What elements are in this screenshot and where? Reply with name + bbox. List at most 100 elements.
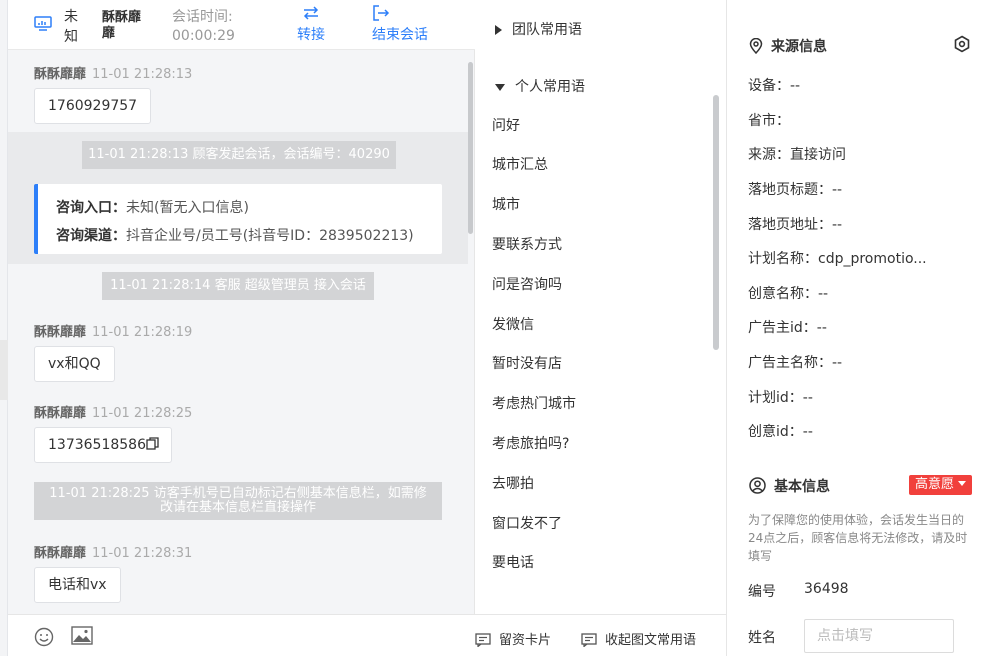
system-message-line: 11-01 21:28:25 访客手机号已自动标记右侧基本信息栏，如需修: [49, 486, 427, 501]
transfer-icon: [303, 6, 319, 20]
phrases-scrollbar[interactable]: [713, 95, 719, 350]
sender-name: 酥酥靡靡: [34, 67, 87, 82]
source-row: 落地页地址：--: [748, 217, 843, 233]
lead-card-label: 留资卡片: [499, 633, 552, 648]
chevron-down-icon: [495, 83, 505, 91]
system-message: 11-01 21:28:14 客服 超级管理员 接入会话: [102, 272, 374, 300]
message-bubble[interactable]: 13736518586: [34, 427, 172, 463]
message-meta: 酥酥靡靡 11-01 21:28:19: [34, 321, 192, 340]
customer-name-input[interactable]: [804, 619, 954, 653]
device-status: 未知: [64, 9, 78, 45]
customer-id-value: 36498: [804, 581, 849, 597]
basic-info-label: 基本信息: [774, 479, 830, 495]
chat-scrollbar[interactable]: [468, 62, 473, 234]
message-time: 11-01 21:28:31: [92, 546, 193, 561]
intent-label: 高意愿: [915, 477, 955, 492]
source-row: 创意id：--: [748, 424, 813, 440]
source-row: 广告主名称：--: [748, 355, 843, 371]
chevron-right-icon: [495, 25, 502, 35]
strip-marker: [0, 340, 8, 400]
phrase-item[interactable]: 考虑热门城市: [492, 393, 576, 413]
message-time: 11-01 21:28:25: [92, 406, 193, 421]
source-row: 创意名称：--: [748, 286, 829, 302]
chat-workbench: 未知 酥酥靡靡 会话时间: 00:00:29 转接 结束会话 酥酥靡靡 11-0…: [0, 0, 993, 656]
channel-value: 抖音企业号/员工号(抖音号ID：2839502213): [126, 228, 414, 244]
basic-info-title: 基本信息: [749, 476, 830, 496]
phrase-group-label: 团队常用语: [512, 22, 582, 38]
phrase-item[interactable]: 要电话: [492, 552, 534, 572]
phrase-item[interactable]: 问是咨询吗: [492, 274, 562, 294]
message-meta: 酥酥靡靡 11-01 21:28:13: [34, 63, 192, 82]
edit-notice: 为了保障您的使用体验，会话发生当日的24点之后，顾客信息将无法修改，请及时填写: [748, 513, 968, 563]
system-message: 11-01 21:28:13 顾客发起会话，会话编号：40290: [82, 141, 396, 169]
copy-icon[interactable]: [146, 437, 159, 450]
chat-toolbar: [8, 614, 475, 656]
chat-header: 未知 酥酥靡靡 会话时间: 00:00:29 转接 结束会话: [8, 0, 475, 50]
message-time: 11-01 21:28:19: [92, 325, 193, 340]
end-session-button[interactable]: 结束会话: [372, 5, 428, 44]
message-text: 13736518586: [48, 437, 146, 453]
phrases-panel: 团队常用语 个人常用语 问好 城市汇总 城市 要联系方式 问是咨询吗 发微信 暂…: [475, 0, 727, 656]
user-icon: [749, 477, 766, 494]
message-bubble[interactable]: 电话和vx: [34, 567, 121, 603]
phrase-item[interactable]: 发微信: [492, 314, 534, 334]
source-row: 省市：: [748, 113, 790, 129]
customer-info-panel: 来源信息 设备：-- 省市： 来源：直接访问 落地页标题：-- 落地页地址：--…: [727, 0, 993, 656]
message-time: 11-01 21:28:13: [92, 67, 193, 82]
phrase-item[interactable]: 问好: [492, 115, 520, 135]
message-meta: 酥酥靡靡 11-01 21:28:25: [34, 402, 192, 421]
message-meta: 酥酥靡靡 11-01 21:28:31: [34, 542, 192, 561]
phrase-item[interactable]: 窗口发不了: [492, 513, 562, 533]
message-icon: [581, 633, 597, 648]
phrase-group-personal[interactable]: 个人常用语: [495, 76, 585, 96]
source-row: 设备：--: [748, 78, 801, 94]
phrase-group-label: 个人常用语: [515, 79, 585, 95]
phrase-item[interactable]: 去哪拍: [492, 473, 534, 493]
source-row[interactable]: 计划名称：cdp_promotio...: [748, 248, 927, 268]
source-row: 来源：直接访问: [748, 147, 846, 163]
end-session-label: 结束会话: [372, 27, 428, 43]
collapse-phrases-label: 收起图文常用语: [605, 633, 697, 648]
caret-down-icon: [958, 481, 967, 486]
system-message: 11-01 21:28:25 访客手机号已自动标记右侧基本信息栏，如需修 改请在…: [34, 482, 442, 520]
entry-info-card: 咨询入口：未知(暂无入口信息) 咨询渠道：抖音企业号/员工号(抖音号ID：283…: [34, 184, 442, 254]
source-row: 计划id：--: [748, 390, 813, 406]
settings-icon[interactable]: [953, 35, 971, 53]
phrase-item[interactable]: 城市: [492, 194, 520, 214]
monitor-icon: [34, 16, 52, 31]
message-bubble[interactable]: 1760929757: [34, 88, 152, 124]
chat-panel: 未知 酥酥靡靡 会话时间: 00:00:29 转接 结束会话 酥酥靡靡 11-0…: [8, 0, 475, 656]
collapse-phrases-button[interactable]: 收起图文常用语: [581, 629, 696, 648]
card-icon: [475, 633, 491, 648]
phrase-group-team[interactable]: 团队常用语: [495, 19, 582, 39]
phrase-item[interactable]: 暂时没有店: [492, 353, 562, 373]
phrases-footer: 留资卡片 收起图文常用语: [475, 614, 727, 656]
intent-badge[interactable]: 高意愿: [909, 475, 973, 495]
source-info-label: 来源信息: [771, 39, 827, 55]
session-time: 00:00:29: [172, 28, 235, 44]
sender-name: 酥酥靡靡: [34, 325, 87, 340]
sender-name: 酥酥靡靡: [34, 546, 87, 561]
exit-icon: [373, 5, 390, 21]
phrase-item[interactable]: 城市汇总: [492, 154, 548, 174]
transfer-button[interactable]: 转接: [297, 5, 325, 44]
phrase-item[interactable]: 要联系方式: [492, 234, 562, 254]
source-row: 落地页标题：--: [748, 182, 843, 198]
message-bubble[interactable]: vx和QQ: [34, 346, 115, 382]
lead-card-button[interactable]: 留资卡片: [475, 629, 551, 648]
session-time-label: 会话时间:: [172, 9, 233, 25]
source-row: 广告主id：--: [748, 320, 827, 336]
location-icon: [749, 37, 763, 55]
system-message-line: 改请在基本信息栏直接操作: [159, 500, 316, 515]
entry-row: 咨询渠道：抖音企业号/员工号(抖音号ID：2839502213): [56, 222, 442, 250]
left-strip: [0, 0, 8, 656]
source-info-title: 来源信息: [749, 36, 827, 56]
channel-label: 咨询渠道：: [56, 228, 126, 244]
phrase-item[interactable]: 考虑旅拍吗?: [492, 433, 569, 453]
transfer-label: 转接: [297, 27, 325, 43]
message-list[interactable]: 酥酥靡靡 11-01 21:28:13 1760929757 11-01 21:2…: [8, 51, 475, 614]
customer-id-label: 编号: [748, 584, 776, 600]
entrance-value: 未知(暂无入口信息): [126, 200, 249, 216]
image-icon[interactable]: [71, 626, 93, 645]
emoji-icon[interactable]: [34, 627, 54, 647]
